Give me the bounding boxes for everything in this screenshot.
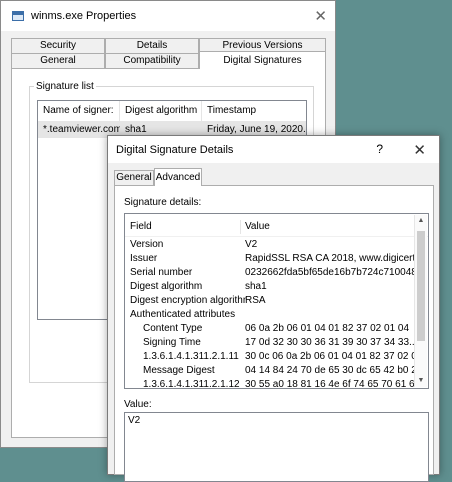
details-row[interactable]: Digest encryption algorithm RSA <box>125 294 428 308</box>
application-icon <box>12 11 24 21</box>
help-icon[interactable]: ? <box>376 142 383 156</box>
details-table-header: Field Value <box>125 218 428 237</box>
close-icon[interactable]: ✕ <box>413 141 426 159</box>
details-row[interactable]: Serial number 0232662fda5bf65de16b7b724c7… <box>125 266 428 280</box>
field-value: 0232662fda5bf65de16b7b724c710048 <box>245 267 416 278</box>
tab-details[interactable]: Details <box>105 38 199 53</box>
scroll-thumb[interactable] <box>417 231 425 341</box>
field-value: RapidSSL RSA CA 2018, www.digicert.c... <box>245 253 416 264</box>
field-name: Digest encryption algorithm <box>130 295 246 306</box>
field-name: Serial number <box>130 267 193 278</box>
scroll-down-icon[interactable]: ▼ <box>415 375 427 387</box>
tab-general[interactable]: General <box>114 170 154 185</box>
field-name: Digest algorithm <box>130 281 203 292</box>
advanced-panel: Signature details: Field Value Version V2… <box>114 185 434 482</box>
details-row[interactable]: 1.3.6.1.4.1.311.2.1.12 30 55 a0 18 81 16 … <box>125 378 428 389</box>
column-value[interactable]: Value <box>245 218 416 236</box>
field-value: 04 14 84 24 70 de 65 30 dc 65 42 b0 26 .… <box>245 365 416 376</box>
column-name-of-signer[interactable]: Name of signer: <box>38 101 120 121</box>
column-timestamp[interactable]: Timestamp <box>202 101 306 121</box>
details-title-bar[interactable]: Digital Signature Details ? ✕ <box>108 136 439 163</box>
signature-details-label: Signature details: <box>124 197 202 208</box>
details-scrollbar[interactable]: ▲ ▼ <box>414 215 427 387</box>
field-name: Content Type <box>143 323 203 334</box>
field-name: Version <box>130 239 164 250</box>
field-value: sha1 <box>245 281 267 292</box>
signature-list-header: Name of signer: Digest algorithm Timesta… <box>38 101 306 122</box>
details-row[interactable]: Issuer RapidSSL RSA CA 2018, www.digicert… <box>125 252 428 266</box>
close-icon[interactable]: ✕ <box>314 7 327 25</box>
signature-list-legend: Signature list <box>36 81 94 92</box>
details-row[interactable]: Digest algorithm sha1 <box>125 280 428 294</box>
column-divider <box>240 220 241 234</box>
details-row[interactable]: Signing Time 17 0d 32 30 30 36 31 39 30 3… <box>125 336 428 350</box>
signature-details-table[interactable]: Field Value Version V2 Issuer RapidSSL RSA … <box>124 213 429 389</box>
tab-security[interactable]: Security <box>11 38 105 53</box>
tab-compatibility[interactable]: Compatibility <box>105 53 199 68</box>
properties-title-bar[interactable]: winms.exe Properties ✕ <box>1 1 335 31</box>
field-value: V2 <box>245 239 258 250</box>
field-name: 1.3.6.1.4.1.311.2.1.11 <box>143 351 239 362</box>
field-value: 17 0d 32 30 30 36 31 39 30 37 34 33... <box>245 337 416 348</box>
field-value: 30 55 a0 18 81 16 4e 6f 74 65 70 61 64 .… <box>245 379 416 389</box>
details-row[interactable]: 1.3.6.1.4.1.311.2.1.11 30 0c 06 0a 2b 06 … <box>125 350 428 364</box>
tab-general[interactable]: General <box>11 53 105 68</box>
details-row[interactable]: Version V2 <box>125 238 428 252</box>
digital-signature-details-dialog: Digital Signature Details ? ✕ General Ad… <box>107 135 440 482</box>
details-row[interactable]: Message Digest 04 14 84 24 70 de 65 30 dc… <box>125 364 428 378</box>
field-name: Authenticated attributes <box>130 309 236 320</box>
scroll-up-icon[interactable]: ▲ <box>415 215 427 227</box>
field-name: Issuer <box>130 253 158 264</box>
value-textbox[interactable]: V2 <box>124 412 429 482</box>
tab-advanced[interactable]: Advanced <box>154 168 202 186</box>
details-row[interactable]: Content Type 06 0a 2b 06 01 04 01 82 37 0… <box>125 322 428 336</box>
column-field[interactable]: Field <box>130 218 246 236</box>
field-value: RSA <box>245 295 266 306</box>
field-value: 30 0c 06 0a 2b 06 01 04 01 82 37 02 01 1… <box>245 351 416 362</box>
properties-title: winms.exe Properties <box>31 10 137 22</box>
details-row[interactable]: Authenticated attributes <box>125 308 428 322</box>
field-value: 06 0a 2b 06 01 04 01 82 37 02 01 04 <box>245 323 410 334</box>
field-name: Message Digest <box>143 365 215 376</box>
details-title: Digital Signature Details <box>116 144 234 156</box>
tab-digital-signatures[interactable]: Digital Signatures <box>199 51 326 69</box>
field-name: 1.3.6.1.4.1.311.2.1.12 <box>143 379 240 389</box>
field-name: Signing Time <box>143 337 201 348</box>
column-digest-algorithm[interactable]: Digest algorithm <box>120 101 202 121</box>
value-label: Value: <box>124 399 152 410</box>
